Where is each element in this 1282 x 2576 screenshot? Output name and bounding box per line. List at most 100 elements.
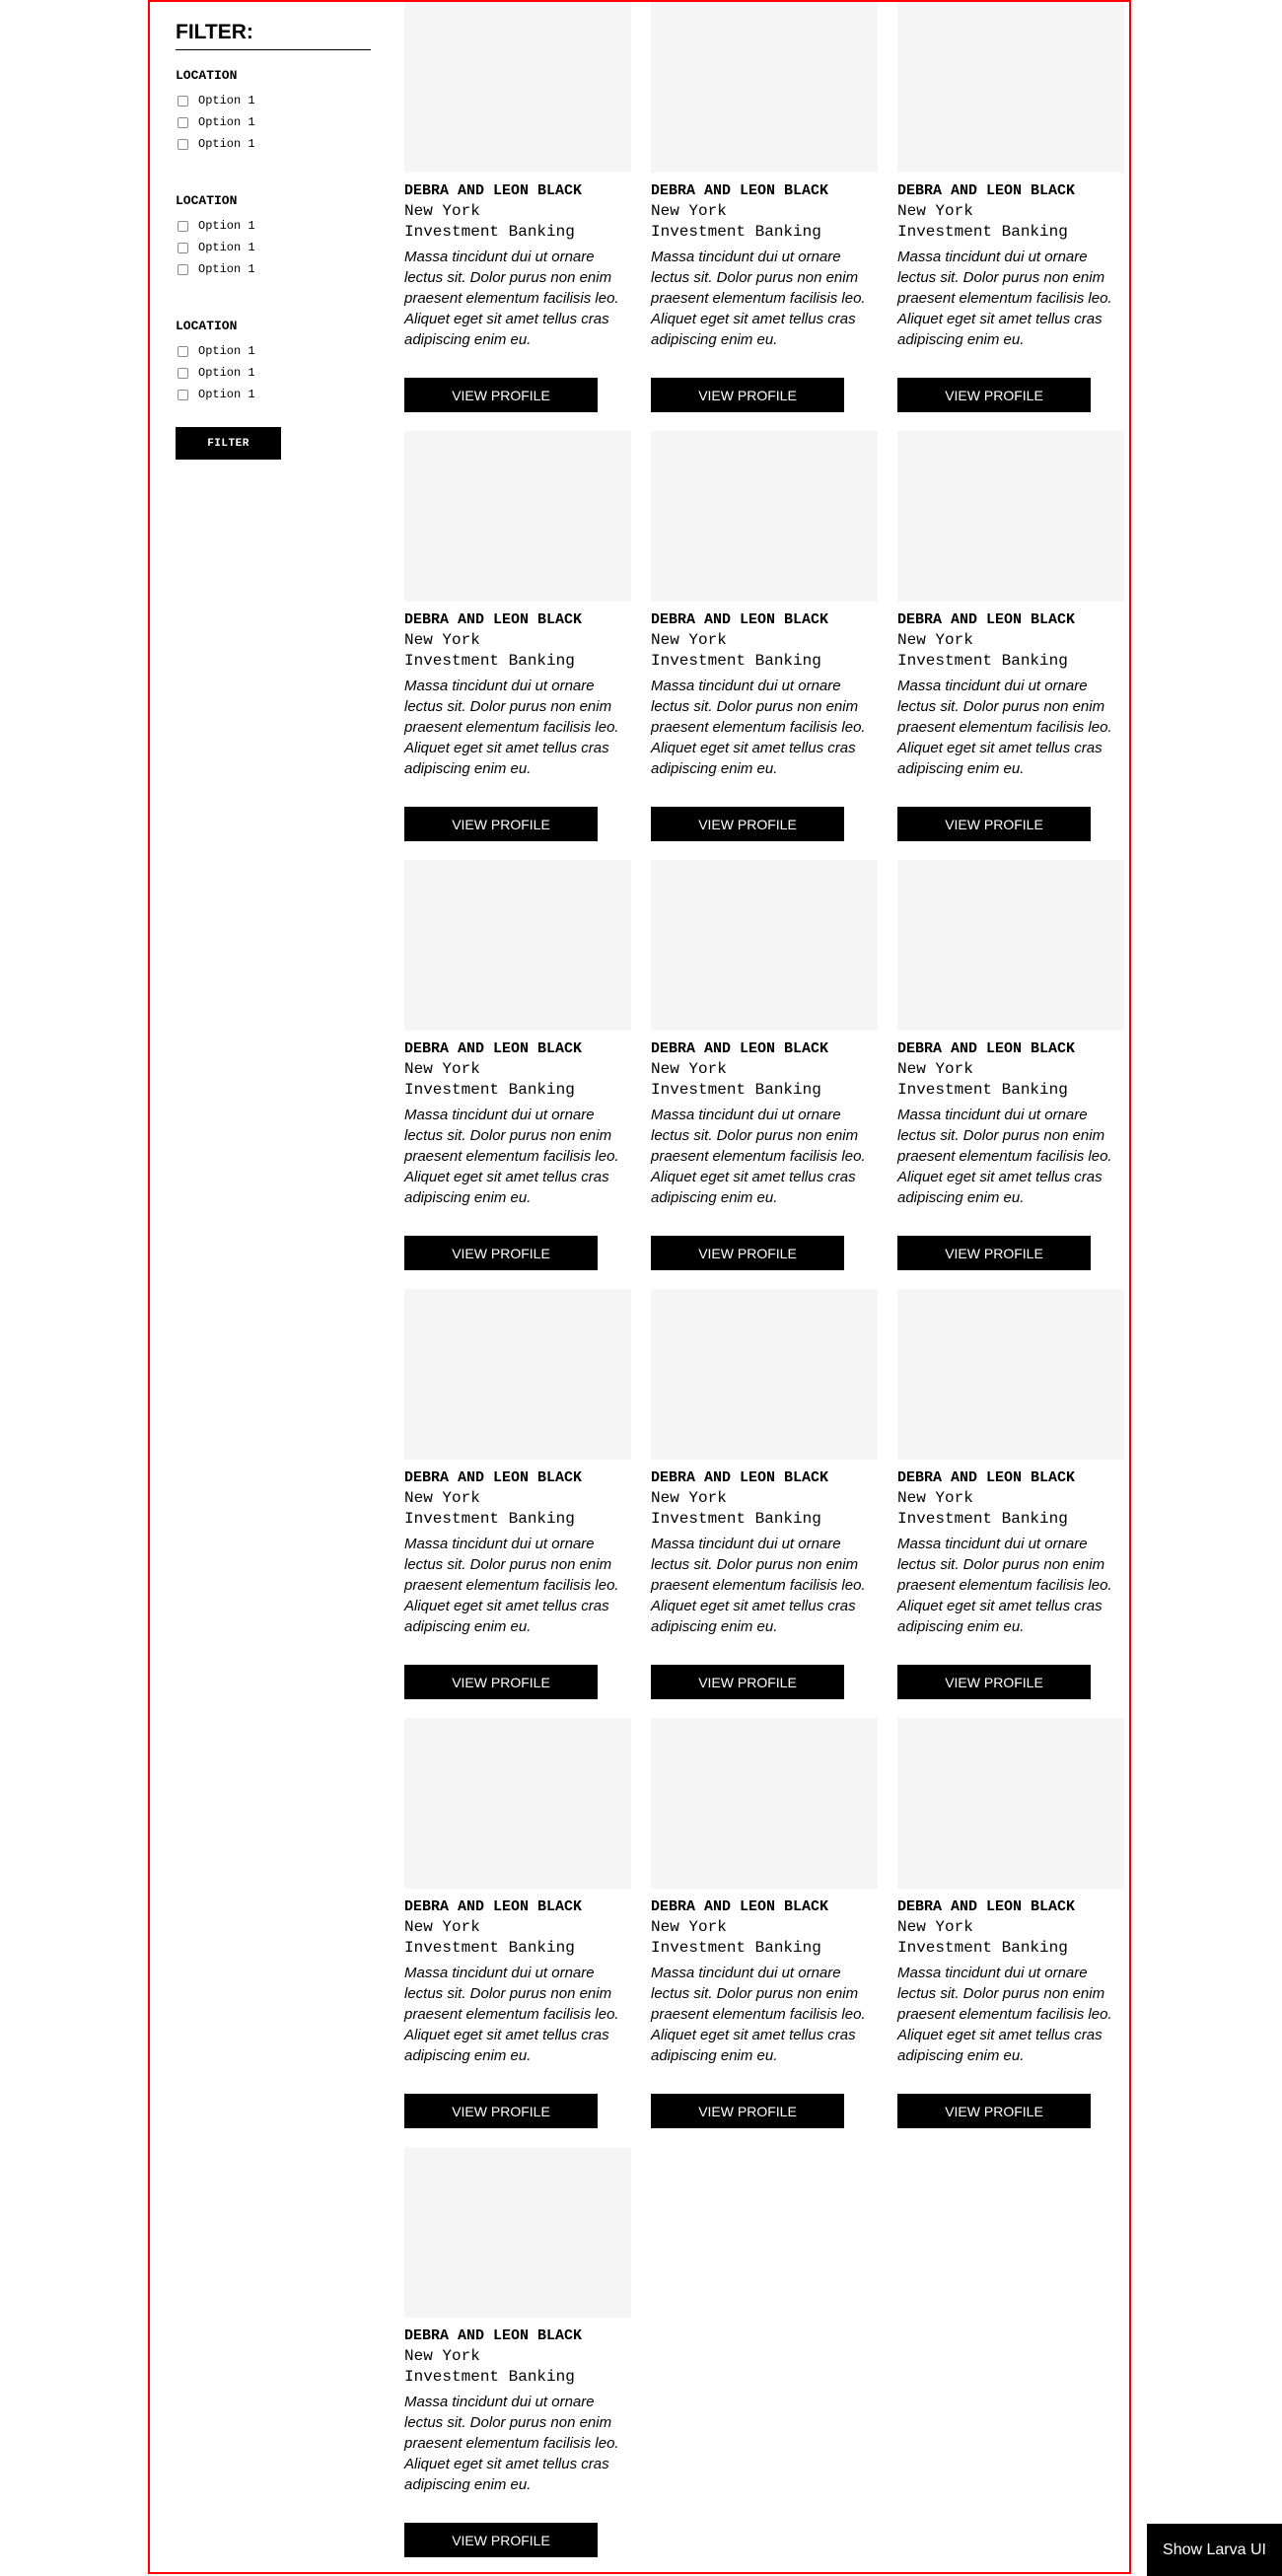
checkbox[interactable] — [178, 116, 188, 128]
profile-image-placeholder — [897, 431, 1124, 602]
profile-location: New York — [897, 1060, 973, 1078]
profile-card: DEBRA AND LEON BLACK New York Investment B… — [651, 1289, 878, 1718]
profile-name: DEBRA AND LEON BLACK — [897, 182, 1076, 199]
profile-card: DEBRA AND LEON BLACK New York Investment B… — [404, 2, 631, 431]
filter-option-label: Option 1 — [198, 94, 255, 107]
profile-image-placeholder — [897, 1718, 1124, 1889]
view-profile-button[interactable]: VIEW PROFILE — [651, 2094, 844, 2128]
view-profile-button[interactable]: VIEW PROFILE — [651, 1236, 844, 1270]
profile-location: New York — [651, 202, 727, 220]
profile-location: New York — [651, 1060, 727, 1078]
filter-option-label: Option 1 — [198, 262, 255, 276]
filter-option[interactable]: Option 1 — [176, 384, 371, 405]
view-profile-button[interactable]: VIEW PROFILE — [897, 1236, 1091, 1270]
profile-location: New York — [897, 202, 973, 220]
view-profile-button[interactable]: VIEW PROFILE — [897, 378, 1091, 412]
profile-name: DEBRA AND LEON BLACK — [404, 2327, 583, 2344]
view-profile-button[interactable]: VIEW PROFILE — [897, 807, 1091, 841]
profile-description: Massa tincidunt dui ut ornare lectus sit… — [897, 1536, 1112, 1635]
view-profile-button[interactable]: VIEW PROFILE — [404, 378, 598, 412]
checkbox[interactable] — [178, 367, 188, 379]
view-profile-button[interactable]: VIEW PROFILE — [651, 807, 844, 841]
filter-group-title: LOCATION — [176, 68, 238, 83]
profile-industry: Investment Banking — [897, 1939, 1068, 1957]
filter-group: LOCATION Option 1 Option 1 Option 1 — [176, 319, 371, 405]
profile-name: DEBRA AND LEON BLACK — [404, 182, 583, 199]
view-profile-button[interactable]: VIEW PROFILE — [651, 378, 844, 412]
profile-industry: Investment Banking — [897, 223, 1068, 241]
view-profile-button[interactable]: VIEW PROFILE — [404, 1665, 598, 1699]
filter-option[interactable]: Option 1 — [176, 362, 371, 384]
profile-description: Massa tincidunt dui ut ornare lectus sit… — [404, 1536, 619, 1635]
profile-name: DEBRA AND LEON BLACK — [897, 1898, 1076, 1915]
checkbox[interactable] — [178, 263, 188, 275]
filter-button[interactable]: FILTER — [176, 427, 281, 460]
filter-option-label: Option 1 — [198, 366, 255, 380]
checkbox[interactable] — [178, 389, 188, 400]
profile-name: DEBRA AND LEON BLACK — [651, 1469, 829, 1486]
show-larva-ui-button[interactable]: Show Larva UI — [1147, 2524, 1282, 2576]
profile-description: Massa tincidunt dui ut ornare lectus sit… — [404, 678, 619, 777]
view-profile-button[interactable]: VIEW PROFILE — [651, 1665, 844, 1699]
profile-location: New York — [897, 1489, 973, 1507]
filter-groups: LOCATION Option 1 Option 1 Option 1 LOCATION… — [176, 68, 371, 405]
profile-card: DEBRA AND LEON BLACK New York Investment B… — [404, 1289, 631, 1718]
filter-option-label: Option 1 — [198, 344, 255, 358]
filter-option[interactable]: Option 1 — [176, 340, 371, 362]
profile-description: Massa tincidunt dui ut ornare lectus sit… — [651, 1965, 866, 2064]
view-profile-button[interactable]: VIEW PROFILE — [404, 2094, 598, 2128]
profile-location: New York — [404, 202, 480, 220]
profile-industry: Investment Banking — [897, 652, 1068, 670]
filter-option[interactable]: Option 1 — [176, 90, 371, 111]
profile-card: DEBRA AND LEON BLACK New York Investment B… — [897, 2, 1124, 431]
filter-option-label: Option 1 — [198, 388, 255, 401]
profile-industry: Investment Banking — [651, 1939, 821, 1957]
checkbox[interactable] — [178, 95, 188, 107]
profile-name: DEBRA AND LEON BLACK — [897, 1040, 1076, 1057]
filter-option[interactable]: Option 1 — [176, 258, 371, 280]
profile-location: New York — [404, 1918, 480, 1936]
profile-location: New York — [404, 1489, 480, 1507]
filter-option[interactable]: Option 1 — [176, 237, 371, 258]
page-frame: FILTER: LOCATION Option 1 Option 1 Option 1… — [148, 0, 1131, 2574]
checkbox[interactable] — [178, 138, 188, 150]
profile-image-placeholder — [404, 1289, 631, 1460]
profile-description: Massa tincidunt dui ut ornare lectus sit… — [897, 249, 1112, 348]
view-profile-button[interactable]: VIEW PROFILE — [404, 807, 598, 841]
profile-location: New York — [404, 631, 480, 649]
filter-option-label: Option 1 — [198, 137, 255, 151]
checkbox[interactable] — [178, 345, 188, 357]
profile-image-placeholder — [651, 431, 878, 602]
profile-card: DEBRA AND LEON BLACK New York Investment B… — [651, 1718, 878, 2147]
filter-option[interactable]: Option 1 — [176, 111, 371, 133]
profile-card: DEBRA AND LEON BLACK New York Investment B… — [897, 860, 1124, 1289]
profile-industry: Investment Banking — [404, 1510, 575, 1528]
profile-image-placeholder — [404, 1718, 631, 1889]
profile-location: New York — [404, 2347, 480, 2365]
profile-name: DEBRA AND LEON BLACK — [897, 1469, 1076, 1486]
profile-card: DEBRA AND LEON BLACK New York Investment B… — [404, 1718, 631, 2147]
view-profile-button[interactable]: VIEW PROFILE — [897, 2094, 1091, 2128]
profile-name: DEBRA AND LEON BLACK — [404, 1040, 583, 1057]
profile-description: Massa tincidunt dui ut ornare lectus sit… — [404, 1107, 619, 1206]
profile-image-placeholder — [404, 2, 631, 173]
profile-name: DEBRA AND LEON BLACK — [651, 1898, 829, 1915]
checkbox[interactable] — [178, 242, 188, 253]
profile-description: Massa tincidunt dui ut ornare lectus sit… — [651, 678, 866, 777]
profile-location: New York — [897, 631, 973, 649]
profile-industry: Investment Banking — [404, 652, 575, 670]
filter-option[interactable]: Option 1 — [176, 215, 371, 237]
profile-industry: Investment Banking — [651, 1510, 821, 1528]
view-profile-button[interactable]: VIEW PROFILE — [404, 1236, 598, 1270]
profile-image-placeholder — [404, 431, 631, 602]
profile-description: Massa tincidunt dui ut ornare lectus sit… — [651, 249, 866, 348]
profile-image-placeholder — [651, 860, 878, 1031]
profile-industry: Investment Banking — [651, 652, 821, 670]
view-profile-button[interactable]: VIEW PROFILE — [404, 2523, 598, 2557]
profile-industry: Investment Banking — [651, 223, 821, 241]
filter-option[interactable]: Option 1 — [176, 133, 371, 155]
checkbox[interactable] — [178, 220, 188, 232]
profile-image-placeholder — [897, 1289, 1124, 1460]
filter-group: LOCATION Option 1 Option 1 Option 1 — [176, 193, 371, 280]
view-profile-button[interactable]: VIEW PROFILE — [897, 1665, 1091, 1699]
